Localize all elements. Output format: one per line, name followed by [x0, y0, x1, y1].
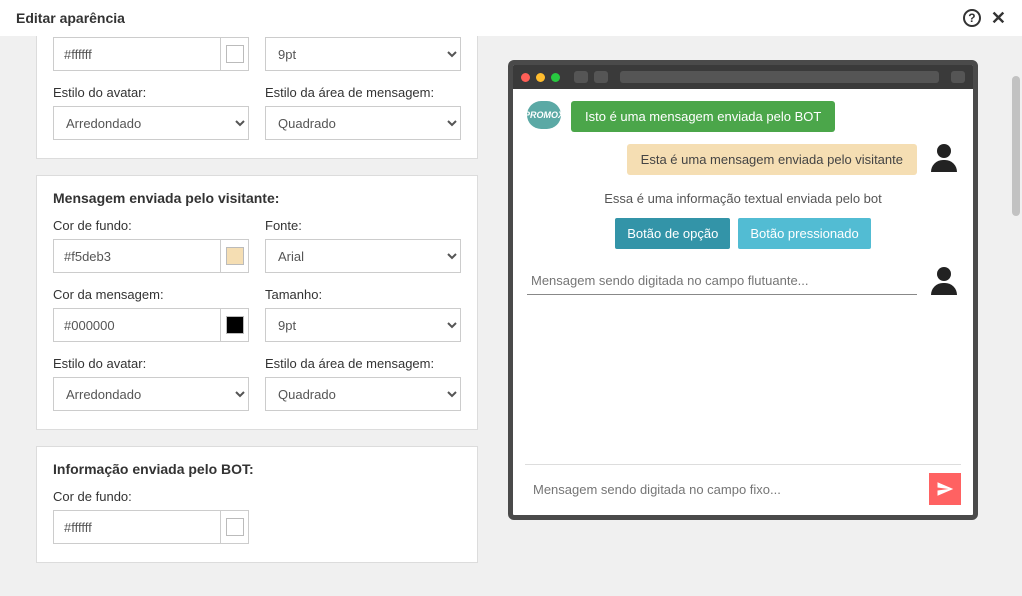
bot-info-panel: Informação enviada pelo BOT: Cor de fund…: [36, 446, 478, 563]
bot-color-swatch[interactable]: [220, 37, 249, 71]
info-bg-label: Cor de fundo:: [53, 489, 249, 504]
close-icon[interactable]: ✕: [991, 8, 1006, 29]
info-bg-swatch[interactable]: [220, 510, 249, 544]
pressed-button[interactable]: Botão pressionado: [738, 218, 870, 249]
visitor-msgcolor-label: Cor da mensagem:: [53, 287, 249, 302]
bot-avatar: PROMOX: [527, 101, 561, 129]
bot-avatar-style-label: Estilo do avatar:: [53, 85, 249, 100]
visitor-msgcolor-swatch[interactable]: [220, 308, 249, 342]
bot-info-text: Essa é uma informação textual enviada pe…: [527, 191, 959, 206]
bot-msgarea-style-select[interactable]: Quadrado: [265, 106, 461, 140]
bot-avatar-style-select[interactable]: Arredondado: [53, 106, 249, 140]
visitor-msgarea-style-label: Estilo da área de mensagem:: [265, 356, 461, 371]
visitor-avatar-typing: [929, 267, 959, 295]
dialog-header: Editar aparência ? ✕: [0, 0, 1022, 36]
visitor-avatar-style-label: Estilo do avatar:: [53, 356, 249, 371]
nav-fwd-icon: [594, 71, 608, 83]
address-bar: [620, 71, 939, 83]
visitor-panel-title: Mensagem enviada pelo visitante:: [53, 190, 461, 206]
nav-back-icon: [574, 71, 588, 83]
menu-icon: [951, 71, 965, 83]
help-icon[interactable]: ?: [963, 9, 981, 27]
visitor-size-select[interactable]: 9pt: [265, 308, 461, 342]
dialog-title: Editar aparência: [16, 10, 125, 26]
bot-color-input[interactable]: [53, 37, 220, 71]
visitor-msgarea-style-select[interactable]: Quadrado: [265, 377, 461, 411]
visitor-bg-input[interactable]: [53, 239, 220, 273]
info-bg-input[interactable]: [53, 510, 220, 544]
visitor-message-bubble: Esta é uma mensagem enviada pelo visitan…: [627, 144, 917, 175]
browser-titlebar: [513, 65, 973, 89]
visitor-avatar: [929, 144, 959, 172]
info-panel-title: Informação enviada pelo BOT:: [53, 461, 461, 477]
option-button[interactable]: Botão de opção: [615, 218, 730, 249]
window-close-dot: [521, 73, 530, 82]
fixed-input[interactable]: [525, 478, 921, 501]
scrollbar[interactable]: [1012, 76, 1020, 216]
preview-column: PROMOX Isto é uma mensagem enviada pelo …: [498, 36, 1022, 596]
send-icon: [936, 480, 954, 498]
visitor-font-select[interactable]: Arial: [265, 239, 461, 273]
send-button[interactable]: [929, 473, 961, 505]
floating-input[interactable]: [527, 267, 917, 295]
visitor-avatar-style-select[interactable]: Arredondado: [53, 377, 249, 411]
bot-msgarea-style-label: Estilo da área de mensagem:: [265, 85, 461, 100]
visitor-bg-label: Cor de fundo:: [53, 218, 249, 233]
window-max-dot: [551, 73, 560, 82]
window-min-dot: [536, 73, 545, 82]
settings-column: 9pt Estilo do avatar: Arredondado Estilo…: [0, 36, 498, 596]
visitor-bg-swatch[interactable]: [220, 239, 249, 273]
bot-message-bubble: Isto é uma mensagem enviada pelo BOT: [571, 101, 835, 132]
bot-message-panel-partial: 9pt Estilo do avatar: Arredondado Estilo…: [36, 36, 478, 159]
visitor-msgcolor-input[interactable]: [53, 308, 220, 342]
bot-size-select[interactable]: 9pt: [265, 37, 461, 71]
visitor-font-label: Fonte:: [265, 218, 461, 233]
browser-preview: PROMOX Isto é uma mensagem enviada pelo …: [508, 60, 978, 520]
visitor-size-label: Tamanho:: [265, 287, 461, 302]
visitor-message-panel: Mensagem enviada pelo visitante: Cor de …: [36, 175, 478, 430]
